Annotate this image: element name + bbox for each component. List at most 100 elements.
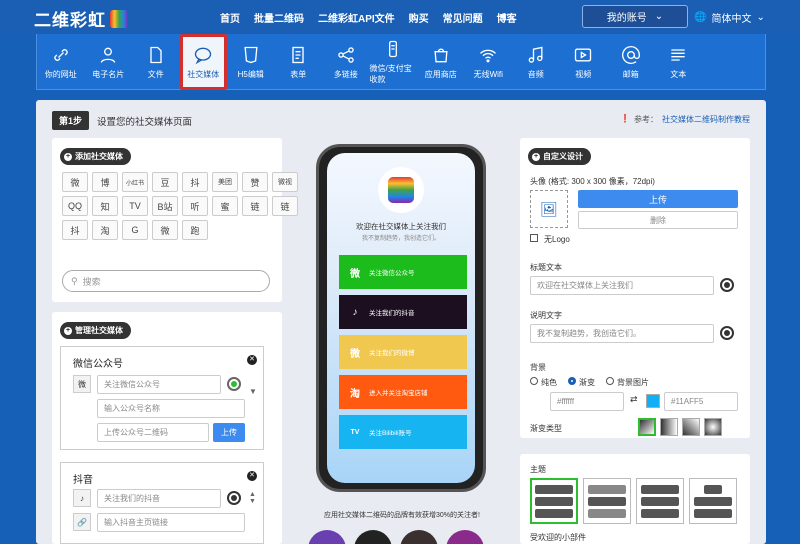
social-icon-grid: 微 博 小红书 豆 抖 美团 赞 微视 QQ 知 TV B站 听 蜜 链 链 抖… [62,172,298,240]
bg-solid-radio[interactable] [530,377,538,385]
color1-input[interactable]: #ffffff [550,392,624,411]
template-thumb[interactable] [446,530,484,544]
desc-input[interactable]: 我不复制趋势，我创造它们。 [530,324,714,343]
mi-icon[interactable]: 蜜 [212,196,238,216]
preview-subtitle: 我不复制趋势，我创造它们。 [361,236,440,242]
nav-blog[interactable]: 博客 [497,10,517,25]
template-thumb[interactable] [400,530,438,544]
nav-api[interactable]: 二维彩虹API文件 [318,10,395,25]
bg-gradient-radio[interactable] [568,377,576,385]
tool-url[interactable]: 你的网址 [37,34,85,90]
gradient-radial[interactable] [704,418,722,436]
tool-audio[interactable]: 音频 [512,34,560,90]
template-thumb[interactable] [308,530,346,544]
taobao-icon[interactable]: 淘 [92,220,118,240]
tool-form[interactable]: 表单 [275,34,323,90]
custom-design-panel: + 自定义设计 头像 (格式: 300 x 300 像素，72dpi) 🖼 上传 … [520,138,750,438]
color-toggle[interactable] [227,491,241,505]
close-icon[interactable]: ✕ [247,471,257,481]
tool-file[interactable]: 文件 [132,34,180,90]
tool-multilink[interactable]: 多链接 [322,34,370,90]
desc-color-toggle[interactable] [720,326,734,340]
tv-icon[interactable]: TV [122,196,148,216]
ting-icon[interactable]: 听 [182,196,208,216]
douyin-label-input[interactable]: 关注我们的抖音 [97,489,221,508]
nav-buy[interactable]: 购买 [409,10,429,25]
tool-social[interactable]: 社交媒体 [179,34,227,90]
color2-input[interactable]: #11AFF5 [664,392,738,411]
preview-title: 欢迎在社交媒体上关注我们 [356,222,446,231]
account-button[interactable]: 我的账号 ⌄ [582,5,688,28]
wechat-name-input[interactable]: 输入公众号名称 [97,399,245,418]
chevron-down-icon[interactable]: ▼ [249,387,257,396]
xiaohongshu-icon[interactable]: 小红书 [122,172,148,192]
nav-batch[interactable]: 批量二维码 [254,10,304,25]
language-select[interactable]: 🌐 简体中文 ⌄ [694,10,765,25]
chain-icon[interactable]: 链 [272,196,298,216]
tool-h5[interactable]: H5编辑 [227,34,275,90]
tutorial-link[interactable]: 社交媒体二维码制作教程 [662,114,750,125]
preview-taobao-button[interactable]: 淘进入并关注淘宝店铺 [339,375,467,409]
weishi-icon[interactable]: 微视 [272,172,298,192]
tool-appstore[interactable]: 应用商店 [417,34,465,90]
preview-bilibili-button[interactable]: TV 关注Bilibili账号 [339,415,467,449]
tool-email[interactable]: 邮箱 [607,34,655,90]
title-input[interactable]: 欢迎在社交媒体上关注我们 [530,276,714,295]
theme-option[interactable] [530,478,578,524]
search-icon: ⚲ [71,275,78,286]
swap-icon[interactable]: ⇄ [630,394,638,405]
person-icon [100,47,116,63]
wechat-qr-input[interactable]: 上传公众号二维码 [97,423,209,442]
wechat-card: 微信公众号 ✕ 微 关注微信公众号 ▼ 输入公众号名称 上传公众号二维码 上传 [60,346,264,450]
avatar-label: 头像 (格式: 300 x 300 像素，72dpi) [530,177,655,186]
douyin-alt-icon[interactable]: 抖 [182,172,208,192]
at-icon [621,45,640,64]
avatar-placeholder[interactable]: 🖼 [530,190,568,228]
tool-text[interactable]: 文本 [655,34,703,90]
wechat-label-input[interactable]: 关注微信公众号 [97,375,221,394]
gradient-diagonal[interactable] [682,418,700,436]
bg-image-radio[interactable] [606,377,614,385]
preview-douyin-button[interactable]: ♪ 关注我们的抖音 [339,295,467,329]
color2-swatch[interactable] [646,394,660,408]
qq-icon[interactable]: QQ [62,196,88,216]
theme-option[interactable] [636,478,684,524]
nav-faq[interactable]: 常见问题 [443,10,483,25]
theme-option[interactable] [689,478,737,524]
nav-home[interactable]: 首页 [220,10,240,25]
bilibili-icon[interactable]: B站 [152,196,178,216]
weibo-icon[interactable]: 博 [92,172,118,192]
runner-icon[interactable]: 跑 [182,220,208,240]
douyin-card: 抖音 ✕ ♪ 关注我们的抖音 ▲ ▼ 🔗 输入抖音主页链接 [60,462,264,544]
close-icon[interactable]: ✕ [247,355,257,365]
zhihu-icon[interactable]: 知 [92,196,118,216]
thumbs-up-icon[interactable]: 赞 [242,172,268,192]
tool-video[interactable]: 视频 [560,34,608,90]
avatar-upload-button[interactable]: 上传 [578,190,738,208]
tool-payment[interactable]: 微信/支付宝收款 [370,34,418,90]
meituan-icon[interactable]: 美团 [212,172,238,192]
sort-handle-icon[interactable]: ▲ ▼ [249,491,256,505]
douyin-link-input[interactable]: 输入抖音主页链接 [97,513,245,532]
title-color-toggle[interactable] [720,278,734,292]
wechat-icon[interactable]: 微 [62,172,88,192]
gradient-horizontal[interactable] [660,418,678,436]
theme-option[interactable] [583,478,631,524]
no-logo-checkbox[interactable] [530,234,538,242]
gradient-linear[interactable] [638,418,656,436]
upload-button[interactable]: 上传 [213,423,245,442]
template-thumb[interactable] [354,530,392,544]
preview-wechat-button[interactable]: 微关注微信公众号 [339,255,467,289]
weixin-alt-icon[interactable]: 微 [152,220,178,240]
g-icon[interactable]: G [122,220,148,240]
avatar-delete-button[interactable]: 删除 [578,211,738,229]
douban-icon[interactable]: 豆 [152,172,178,192]
color-toggle[interactable] [227,377,241,391]
tiktok-icon[interactable]: 抖 [62,220,88,240]
search-input[interactable]: ⚲ 搜索 [62,270,270,292]
tool-vcard[interactable]: 电子名片 [85,34,133,90]
link-icon[interactable]: 链 [242,196,268,216]
logo[interactable]: 二维彩虹 [34,6,128,31]
preview-weibo-button[interactable]: 微关注我们的微博 [339,335,467,369]
tool-wifi[interactable]: 无线Wifi [465,34,513,90]
